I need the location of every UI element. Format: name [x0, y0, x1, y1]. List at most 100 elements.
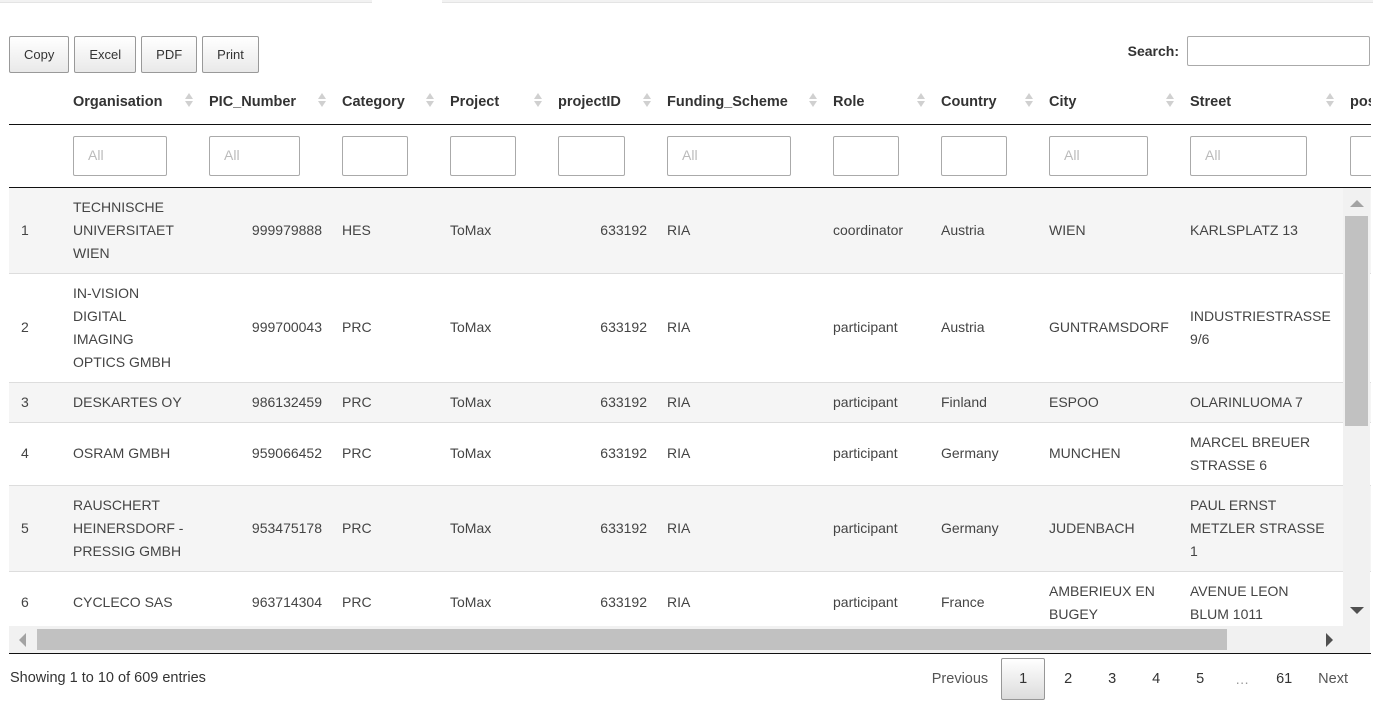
search-label: Search: — [1127, 43, 1179, 59]
cell-pic-number: 953475178 — [199, 484, 332, 571]
scroll-up-arrow-icon[interactable] — [1350, 200, 1364, 207]
excel-button[interactable]: Excel — [74, 36, 137, 73]
filter-pic-number-input[interactable]: All — [209, 135, 300, 176]
scroll-left-arrow-icon[interactable] — [19, 633, 26, 647]
sort-icon — [917, 93, 925, 107]
table-row[interactable]: 6 CYCLECO SAS 963714304 PRC ToMax 633192… — [9, 570, 1371, 626]
table-viewport: Organisation PIC_Number Category Project… — [9, 80, 1371, 626]
col-header-postcode[interactable]: pos — [1340, 80, 1371, 125]
col-header-label: PIC_Number — [209, 93, 297, 110]
filter-cell: All — [1039, 124, 1180, 188]
data-table: Organisation PIC_Number Category Project… — [9, 80, 1371, 626]
cell-organisation: OSRAM GMBH — [63, 421, 199, 485]
filter-role-input[interactable] — [833, 135, 899, 176]
sort-icon — [1326, 93, 1334, 107]
cell-index: 2 — [9, 272, 63, 382]
col-header-index — [9, 80, 63, 125]
next-page-button[interactable]: Next — [1306, 658, 1360, 700]
table-row[interactable]: 2 IN-VISION DIGITAL IMAGING OPTICS GMBH … — [9, 272, 1371, 382]
table-body: 1 TECHNISCHE UNIVERSITAET WIEN 999979888… — [9, 186, 1371, 626]
vertical-scroll-thumb[interactable] — [1345, 216, 1368, 426]
cell-city: AMBERIEUX EN BUGEY — [1039, 570, 1180, 626]
col-header-label: Country — [941, 93, 997, 110]
cell-category: PRC — [332, 484, 440, 571]
col-header-organisation[interactable]: Organisation — [63, 80, 199, 125]
filter-cell — [931, 124, 1039, 188]
cell-index: 4 — [9, 421, 63, 485]
page-button-2[interactable]: 2 — [1046, 658, 1090, 700]
scroll-right-arrow-icon[interactable] — [1326, 633, 1333, 647]
search-input[interactable] — [1187, 36, 1370, 66]
cell-street: PAUL ERNST METZLER STRASSE 1 — [1180, 484, 1340, 571]
scrollbar-corner — [1343, 626, 1370, 653]
filter-organisation-input[interactable]: All — [73, 135, 167, 176]
filter-projectid-input[interactable] — [558, 135, 625, 176]
cell-project: ToMax — [440, 484, 548, 571]
page-button-4[interactable]: 4 — [1134, 658, 1178, 700]
filter-cell — [1340, 124, 1371, 188]
filter-cell — [440, 124, 548, 188]
table-row[interactable]: 5 RAUSCHERT HEINERSDORF - PRESSIG GMBH 9… — [9, 484, 1371, 571]
cell-organisation: DESKARTES OY — [63, 381, 199, 422]
horizontal-scroll-thumb[interactable] — [37, 629, 1227, 650]
cell-street: OLARINLUOMA 7 — [1180, 381, 1340, 422]
col-header-label: Role — [833, 93, 865, 110]
cell-role: participant — [823, 484, 931, 571]
scroll-down-arrow-icon[interactable] — [1350, 607, 1364, 614]
col-header-country[interactable]: Country — [931, 80, 1039, 125]
cell-role: coordinator — [823, 186, 931, 273]
cell-organisation: CYCLECO SAS — [63, 570, 199, 626]
filter-project-input[interactable] — [450, 135, 516, 176]
filter-street-input[interactable]: All — [1190, 135, 1307, 176]
cell-street: AVENUE LEON BLUM 1011 — [1180, 570, 1340, 626]
cell-projectid: 633192 — [548, 272, 657, 382]
col-header-pic-number[interactable]: PIC_Number — [199, 80, 332, 125]
filter-funding-scheme-input[interactable]: All — [667, 135, 791, 176]
sort-icon — [426, 93, 434, 107]
filter-cell — [332, 124, 440, 188]
col-header-street[interactable]: Street — [1180, 80, 1340, 125]
cell-category: PRC — [332, 421, 440, 485]
col-header-label: projectID — [558, 93, 621, 110]
filter-cell: All — [63, 124, 199, 188]
table-bottom-border — [9, 653, 1371, 654]
cell-organisation: TECHNISCHE UNIVERSITAET WIEN — [63, 186, 199, 273]
pdf-button[interactable]: PDF — [141, 36, 198, 73]
col-header-role[interactable]: Role — [823, 80, 931, 125]
filter-postcode-input[interactable] — [1350, 135, 1371, 176]
export-buttons: Copy Excel PDF Print — [9, 36, 259, 73]
col-header-city[interactable]: City — [1039, 80, 1180, 125]
page-button-5[interactable]: 5 — [1178, 658, 1222, 700]
tab-strip-left — [0, 0, 372, 3]
pagination-ellipsis: … — [1235, 671, 1250, 687]
cell-country: Germany — [931, 484, 1039, 571]
previous-page-button[interactable]: Previous — [920, 658, 1000, 700]
col-header-project[interactable]: Project — [440, 80, 548, 125]
cell-country: Austria — [931, 186, 1039, 273]
filter-country-input[interactable] — [941, 135, 1007, 176]
filter-category-input[interactable] — [342, 135, 408, 176]
cell-funding-scheme: RIA — [657, 272, 823, 382]
page-button-last[interactable]: 61 — [1262, 658, 1306, 700]
filter-city-input[interactable]: All — [1049, 135, 1148, 176]
table-row[interactable]: 1 TECHNISCHE UNIVERSITAET WIEN 999979888… — [9, 186, 1371, 273]
page-button-3[interactable]: 3 — [1090, 658, 1134, 700]
cell-street: MARCEL BREUER STRASSE 6 — [1180, 421, 1340, 485]
copy-button[interactable]: Copy — [9, 36, 70, 73]
cell-funding-scheme: RIA — [657, 570, 823, 626]
cell-pic-number: 999979888 — [199, 186, 332, 273]
table-row[interactable]: 4 OSRAM GMBH 959066452 PRC ToMax 633192 … — [9, 421, 1371, 485]
cell-category: PRC — [332, 272, 440, 382]
table-row[interactable]: 3 DESKARTES OY 986132459 PRC ToMax 63319… — [9, 381, 1371, 422]
col-header-projectid[interactable]: projectID — [548, 80, 657, 125]
page-button-1[interactable]: 1 — [1001, 658, 1046, 700]
filter-cell — [823, 124, 931, 188]
sort-icon — [1166, 93, 1174, 107]
vertical-scrollbar[interactable] — [1343, 188, 1370, 626]
table-header: Organisation PIC_Number Category Project… — [9, 80, 1371, 188]
cell-pic-number: 959066452 — [199, 421, 332, 485]
horizontal-scrollbar[interactable] — [9, 626, 1343, 653]
col-header-funding-scheme[interactable]: Funding_Scheme — [657, 80, 823, 125]
col-header-category[interactable]: Category — [332, 80, 440, 125]
print-button[interactable]: Print — [202, 36, 259, 73]
